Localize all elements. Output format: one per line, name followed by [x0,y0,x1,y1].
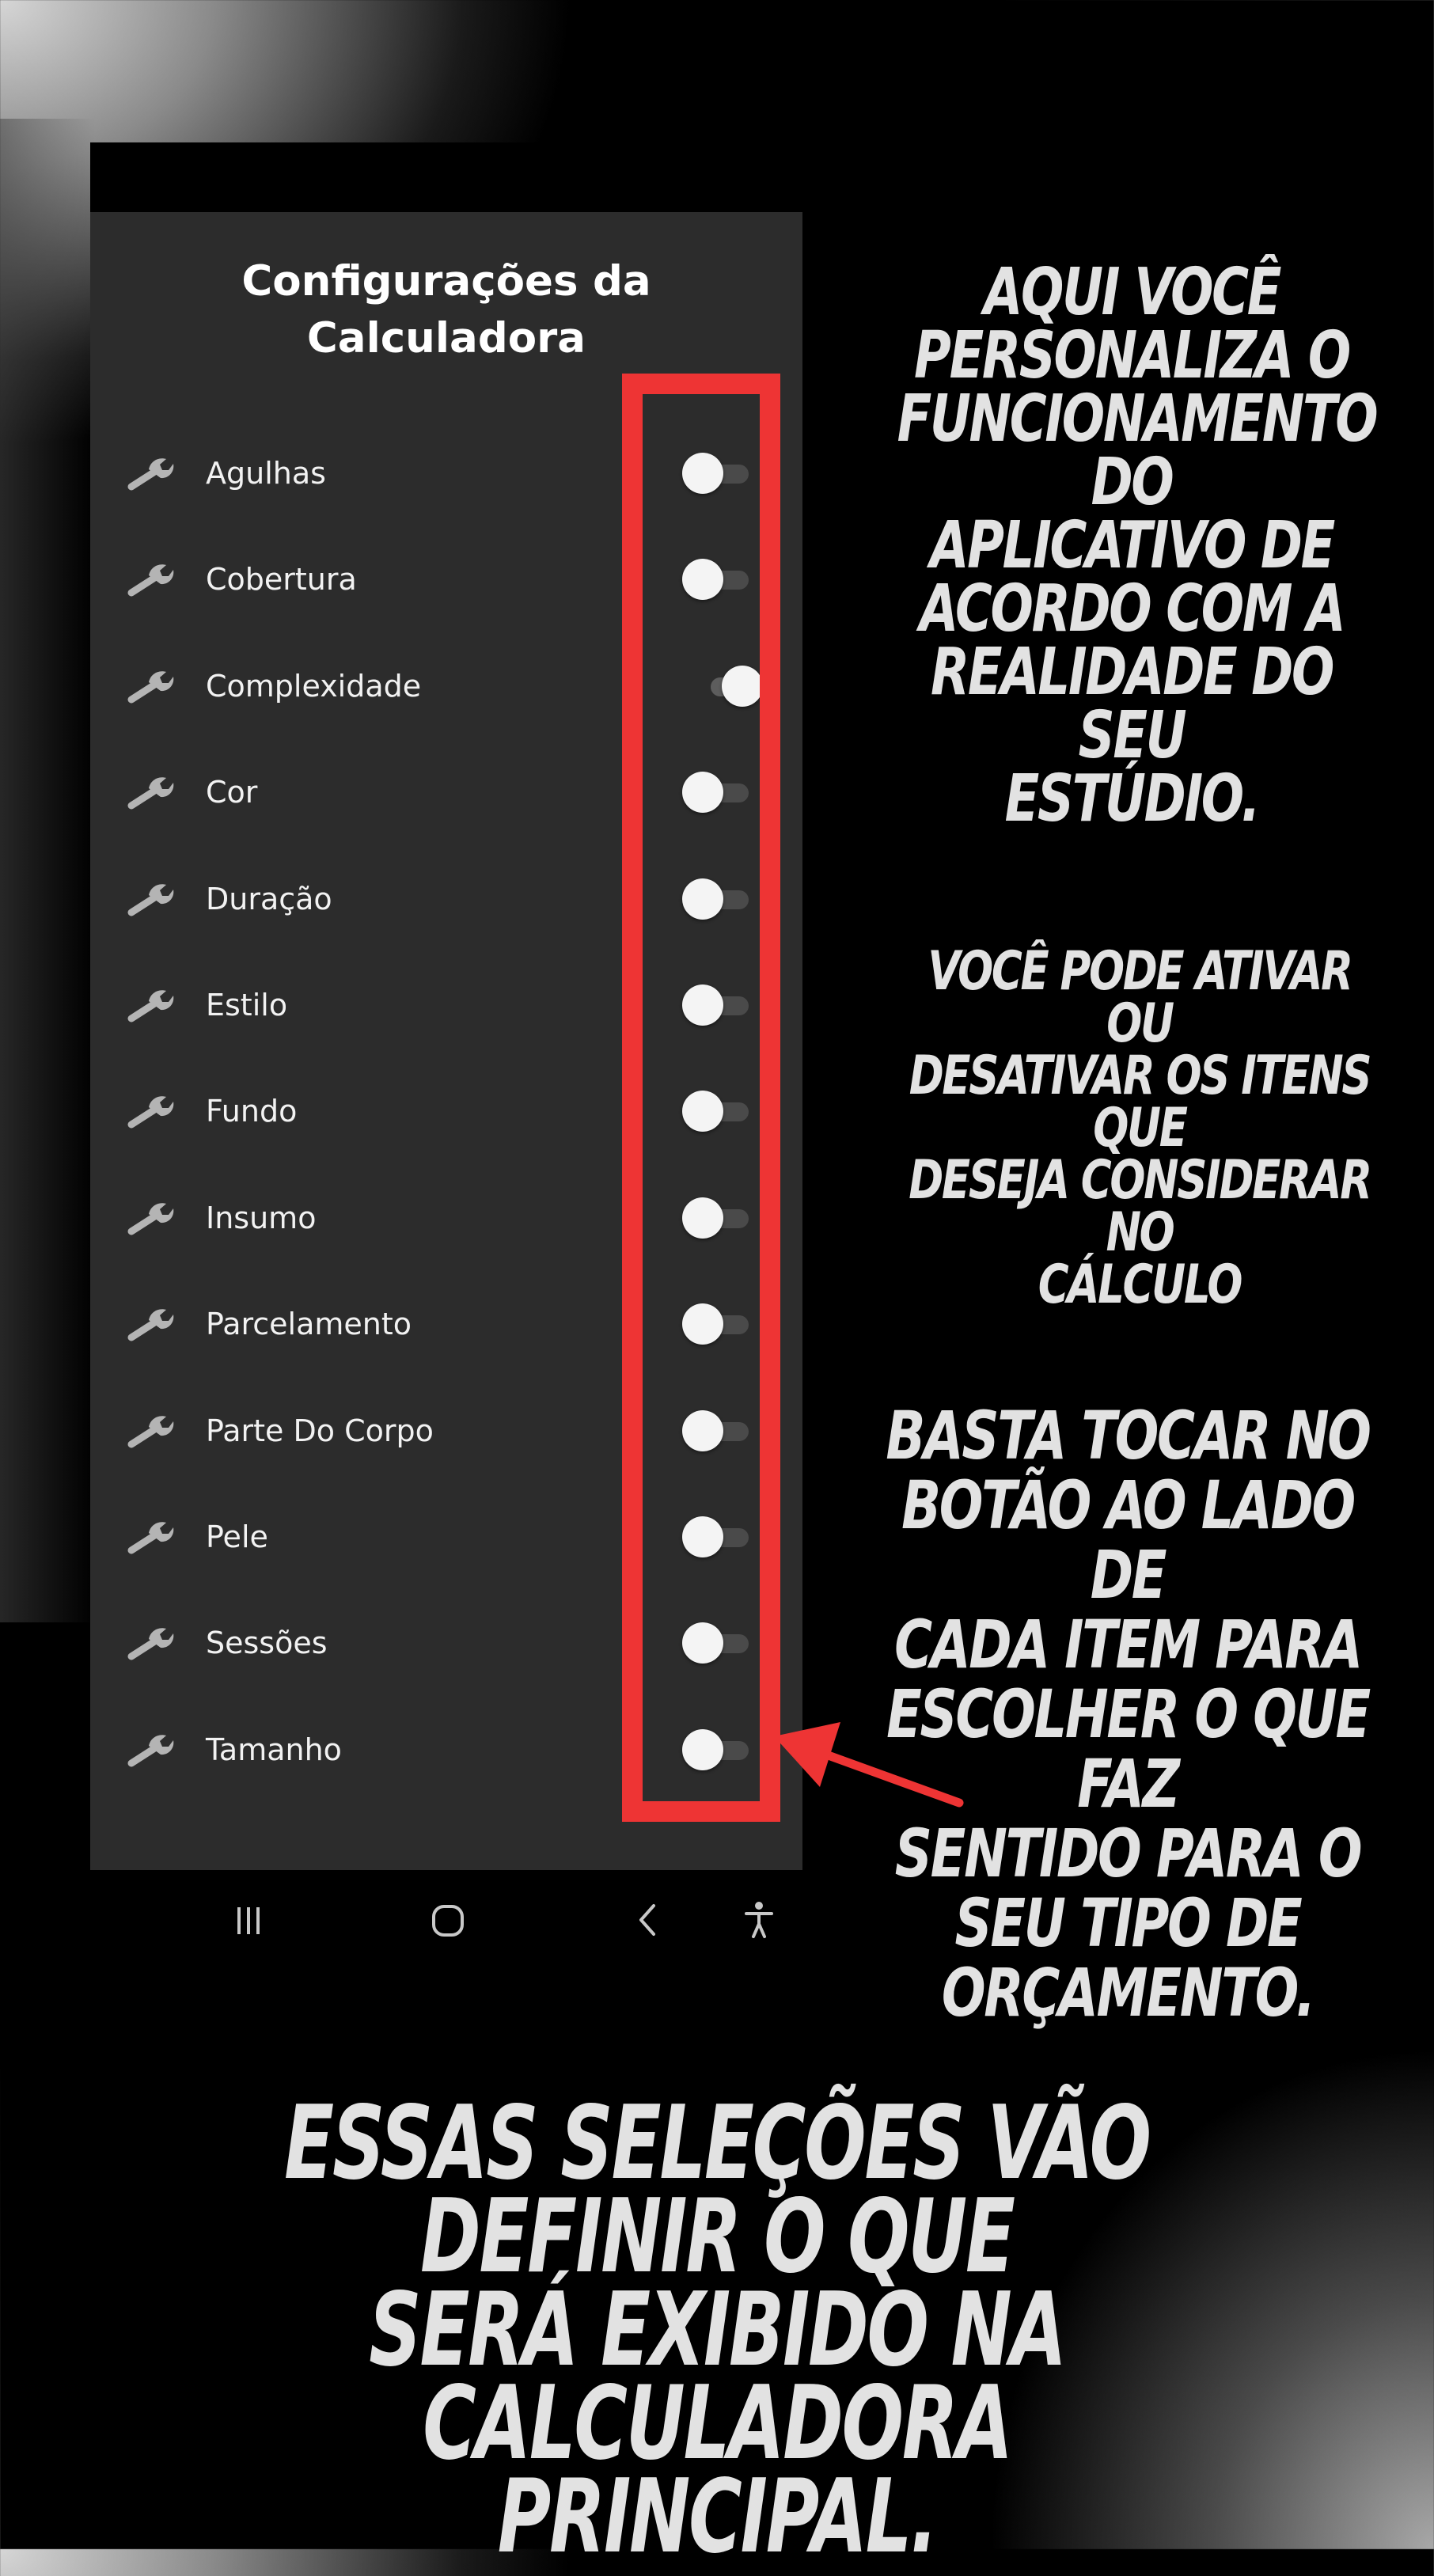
toggle-info-caption: VOCÊ PODE ATIVAR OU DESATIVAR OS ITENS Q… [899,940,1380,1316]
caption-line: VOCÊ PODE ATIVAR OU [928,940,1353,1055]
accessibility-button[interactable] [723,1892,795,1948]
caption-line: AQUI VOCÊ [983,255,1282,330]
caption-line: SENTIDO PARA O [894,1815,1363,1892]
how-to-caption: BASTA TOCAR NO BOTÃO AO LADO DE CADA ITE… [878,1401,1378,2028]
wrench-icon [125,1516,176,1557]
wrench-icon [125,984,176,1025]
wrench-icon [125,558,176,599]
caption-line: BASTA TOCAR NO [886,1397,1371,1474]
setting-label: Parcelamento [206,1307,412,1342]
page-title-line-1: Configurações da [241,257,651,305]
setting-label: Complexidade [206,668,422,704]
recent-apps-button[interactable] [213,1892,284,1948]
recent-apps-icon [237,1907,260,1934]
wrench-icon [125,878,176,919]
wrench-icon [125,452,176,493]
caption-line: ESCOLHER O QUE FAZ [886,1675,1371,1823]
caption-line: DESEJA CONSIDERAR NO [909,1149,1372,1264]
wrench-icon [125,665,176,706]
status-bar [90,142,802,212]
wrench-icon [125,1622,176,1663]
setting-label: Duração [206,881,332,916]
caption-line: PERSONALIZA O [914,318,1351,393]
setting-label: Tamanho [206,1732,342,1767]
caption-line: FUNCIONAMENTO DO [897,381,1379,520]
back-button[interactable] [613,1892,684,1948]
caption-line: CÁLCULO [1038,1254,1243,1316]
toggle-highlight-box [622,374,780,1822]
wrench-icon [125,1303,176,1344]
wrench-icon [125,1409,176,1451]
caption-line: ESSAS SELEÇÕES VÃO DEFINIR O QUE [284,2085,1151,2296]
footer-caption: ESSAS SELEÇÕES VÃO DEFINIR O QUE SERÁ EX… [201,2085,1234,2576]
caption-line: REALIDADE DO SEU [930,635,1334,773]
background-sheen [0,119,95,1622]
caption-line: ESTÚDIO. [1004,761,1261,837]
wrench-icon [125,771,176,812]
setting-label: Estilo [206,988,288,1022]
caption-line: SEU TIPO DE [954,1884,1303,1962]
setting-label: Cor [206,775,258,810]
home-button[interactable] [412,1892,484,1948]
caption-line: APLICATIVO DE [929,508,1335,583]
caption-line: BOTÃO AO LADO DE [901,1466,1356,1614]
wrench-icon [125,1197,176,1238]
caption-line: ACORDO COM A [919,571,1346,647]
setting-label: Sessões [206,1626,328,1661]
caption-line: ORÇAMENTO. [941,1954,1316,2032]
intro-caption: AQUI VOCÊ PERSONALIZA O FUNCIONAMENTO DO… [897,255,1379,837]
setting-label: Insumo [206,1200,317,1235]
setting-label: Pele [206,1519,268,1554]
back-icon [639,1904,655,1936]
home-icon [432,1905,464,1937]
caption-line: DESATIVAR OS ITENS QUE [909,1045,1372,1159]
setting-label: Agulhas [206,456,326,491]
setting-label: Parte Do Corpo [206,1413,434,1448]
page-title: Configurações da Calculadora [90,253,802,367]
navigation-bar [90,1870,802,1971]
wrench-icon [125,1728,176,1770]
caption-line: PRINCIPAL. [497,2458,939,2576]
caption-line: CADA ITEM PARA [894,1606,1363,1683]
page-title-line-2: Calculadora [306,314,586,362]
setting-label: Fundo [206,1094,298,1129]
wrench-icon [125,1090,176,1131]
setting-label: Cobertura [206,562,357,598]
accessibility-icon [745,1902,773,1938]
caption-line: SERÁ EXIBIDO NA CALCULADORA [369,2271,1067,2483]
